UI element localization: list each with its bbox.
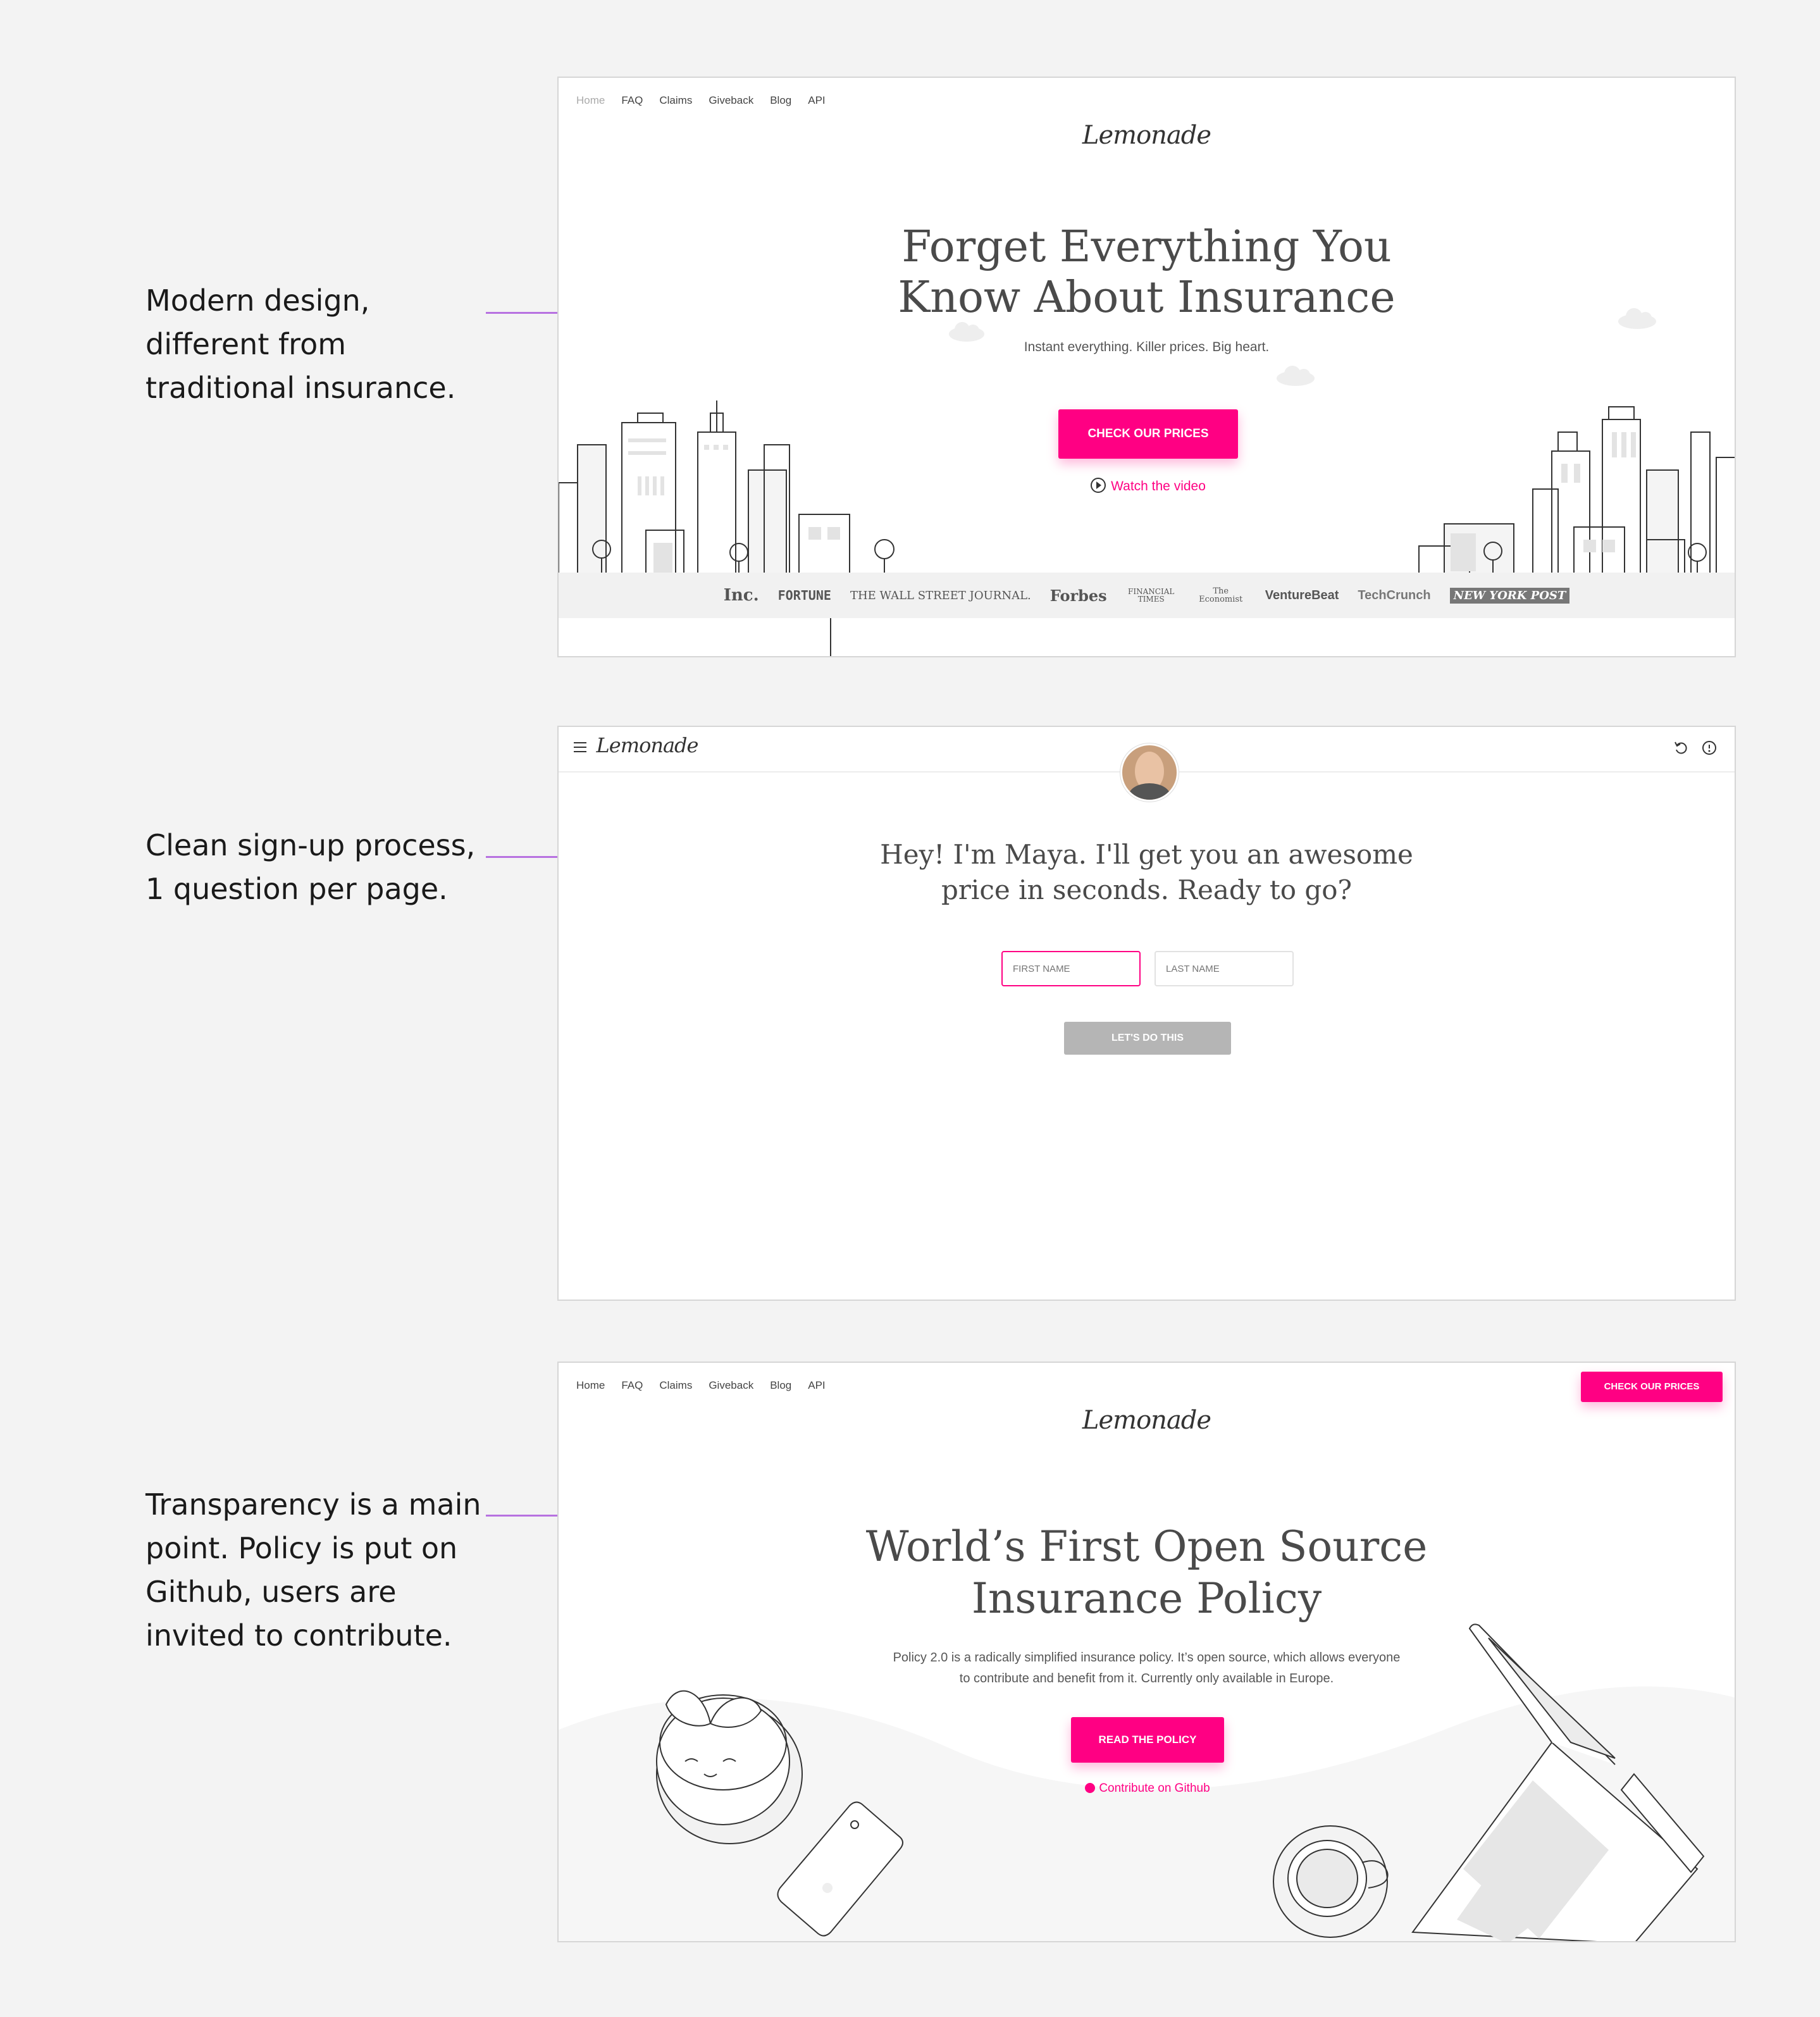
- panel-signup-screenshot: Lemonade Hey! I'm Maya. I'll get you an …: [557, 726, 1736, 1301]
- press-logo: FINANCIAL TIMES: [1128, 587, 1175, 604]
- nav-blog[interactable]: Blog: [770, 1379, 791, 1392]
- undo-icon[interactable]: [1673, 740, 1690, 756]
- annotation-modern-design: Modern design, different from traditiona…: [145, 279, 500, 410]
- top-nav: Home FAQ Claims Giveback Blog API: [576, 94, 826, 107]
- cursor-line: [830, 618, 831, 656]
- nav-claims[interactable]: Claims: [659, 1379, 692, 1392]
- avatar: [1120, 743, 1179, 802]
- watch-video-label: Watch the video: [1111, 479, 1206, 493]
- annotation-line: 1 question per page.: [145, 872, 448, 906]
- annotation-line: traditional insurance.: [145, 371, 456, 405]
- nav-home[interactable]: Home: [576, 1379, 605, 1392]
- press-logo: Inc.: [723, 586, 759, 605]
- cloud-icon: [1618, 308, 1656, 329]
- press-logo: VentureBeat: [1265, 588, 1339, 602]
- cloud-icon: [949, 322, 984, 342]
- nav-faq[interactable]: FAQ: [621, 1379, 643, 1392]
- cloud-icon: [1277, 366, 1315, 386]
- phone-illustration: [777, 1801, 903, 1937]
- top-nav: Home FAQ Claims Giveback Blog API: [576, 1379, 826, 1392]
- hero-subtitle: Instant everything. Killer prices. Big h…: [1024, 340, 1270, 354]
- check-prices-button[interactable]: CHECK OUR PRICES: [1581, 1372, 1723, 1402]
- annotation-line: different from: [145, 327, 347, 361]
- lemonade-logo[interactable]: Lemonade: [597, 733, 699, 757]
- policy-title: World’s First Open Source Insurance Poli…: [559, 1521, 1735, 1625]
- nav-giveback[interactable]: Giveback: [709, 1379, 753, 1392]
- press-logo: NEW YORK POST: [1449, 587, 1570, 604]
- annotation-line: Clean sign-up process,: [145, 828, 476, 862]
- hero-title-line: Forget Everything You: [901, 222, 1392, 272]
- annotation-transparency: Transparency is a main point. Policy is …: [145, 1483, 500, 1658]
- last-name-field[interactable]: [1155, 951, 1294, 986]
- contribute-github-link[interactable]: Contribute on Github: [1039, 1782, 1256, 1796]
- press-logo: TechCrunch: [1358, 588, 1431, 602]
- annotation-line: point. Policy is put on: [145, 1531, 458, 1565]
- github-icon: [1085, 1783, 1096, 1793]
- nav-giveback[interactable]: Giveback: [709, 94, 753, 107]
- nav-blog[interactable]: Blog: [770, 94, 791, 107]
- press-logos-bar: Inc. FORTUNE THE WALL STREET JOURNAL. Fo…: [559, 573, 1735, 618]
- nav-api[interactable]: API: [808, 94, 825, 107]
- watch-video-link[interactable]: Watch the video: [1058, 478, 1238, 494]
- lets-do-this-button[interactable]: LET'S DO THIS: [1064, 1022, 1231, 1055]
- lemonade-logo[interactable]: Lemonade: [1082, 121, 1211, 150]
- nav-home[interactable]: Home: [576, 94, 605, 107]
- signup-question-line: Hey! I'm Maya. I'll get you an awesome: [880, 839, 1413, 870]
- press-logo: The Economist: [1199, 586, 1243, 604]
- annotation-line: Modern design,: [145, 283, 370, 318]
- help-icon[interactable]: [1701, 740, 1718, 756]
- hero-title-line: Know About Insurance: [898, 273, 1396, 323]
- annotation-signup: Clean sign-up process, 1 question per pa…: [145, 824, 500, 911]
- hero-title: Forget Everything You Know About Insuran…: [559, 222, 1735, 323]
- hamburger-icon[interactable]: [574, 742, 586, 752]
- contribute-github-label: Contribute on Github: [1099, 1782, 1210, 1795]
- press-logo: THE WALL STREET JOURNAL.: [850, 588, 1031, 602]
- nav-claims[interactable]: Claims: [659, 94, 692, 107]
- laptop-illustration: [1411, 1623, 1705, 1941]
- city-skyline-right-illustration: [1381, 406, 1735, 574]
- read-policy-button[interactable]: READ THE POLICY: [1071, 1717, 1224, 1763]
- nav-api[interactable]: API: [808, 1379, 825, 1392]
- press-logo: Forbes: [1049, 586, 1107, 605]
- annotation-line: Github, users are: [145, 1575, 397, 1609]
- panel-home-screenshot: Home FAQ Claims Giveback Blog API Lemona…: [557, 77, 1736, 657]
- press-logo: FORTUNE: [777, 588, 831, 603]
- panel-policy-screenshot: Home FAQ Claims Giveback Blog API CHECK …: [557, 1362, 1736, 1942]
- coffee-cup-illustration: [1273, 1825, 1389, 1938]
- check-prices-button[interactable]: CHECK OUR PRICES: [1058, 409, 1238, 459]
- play-icon: [1091, 478, 1106, 493]
- signup-question: Hey! I'm Maya. I'll get you an awesome p…: [559, 837, 1735, 908]
- annotation-line: invited to contribute.: [145, 1618, 452, 1653]
- annotation-line: Transparency is a main: [145, 1487, 481, 1522]
- lemonade-logo[interactable]: Lemonade: [1082, 1406, 1211, 1435]
- city-skyline-left-illustration: [559, 400, 913, 574]
- signup-question-line: price in seconds. Ready to go?: [941, 874, 1353, 905]
- policy-title-line: World’s First Open Source: [865, 1522, 1428, 1571]
- nav-faq[interactable]: FAQ: [621, 94, 643, 107]
- first-name-field[interactable]: [1001, 951, 1141, 986]
